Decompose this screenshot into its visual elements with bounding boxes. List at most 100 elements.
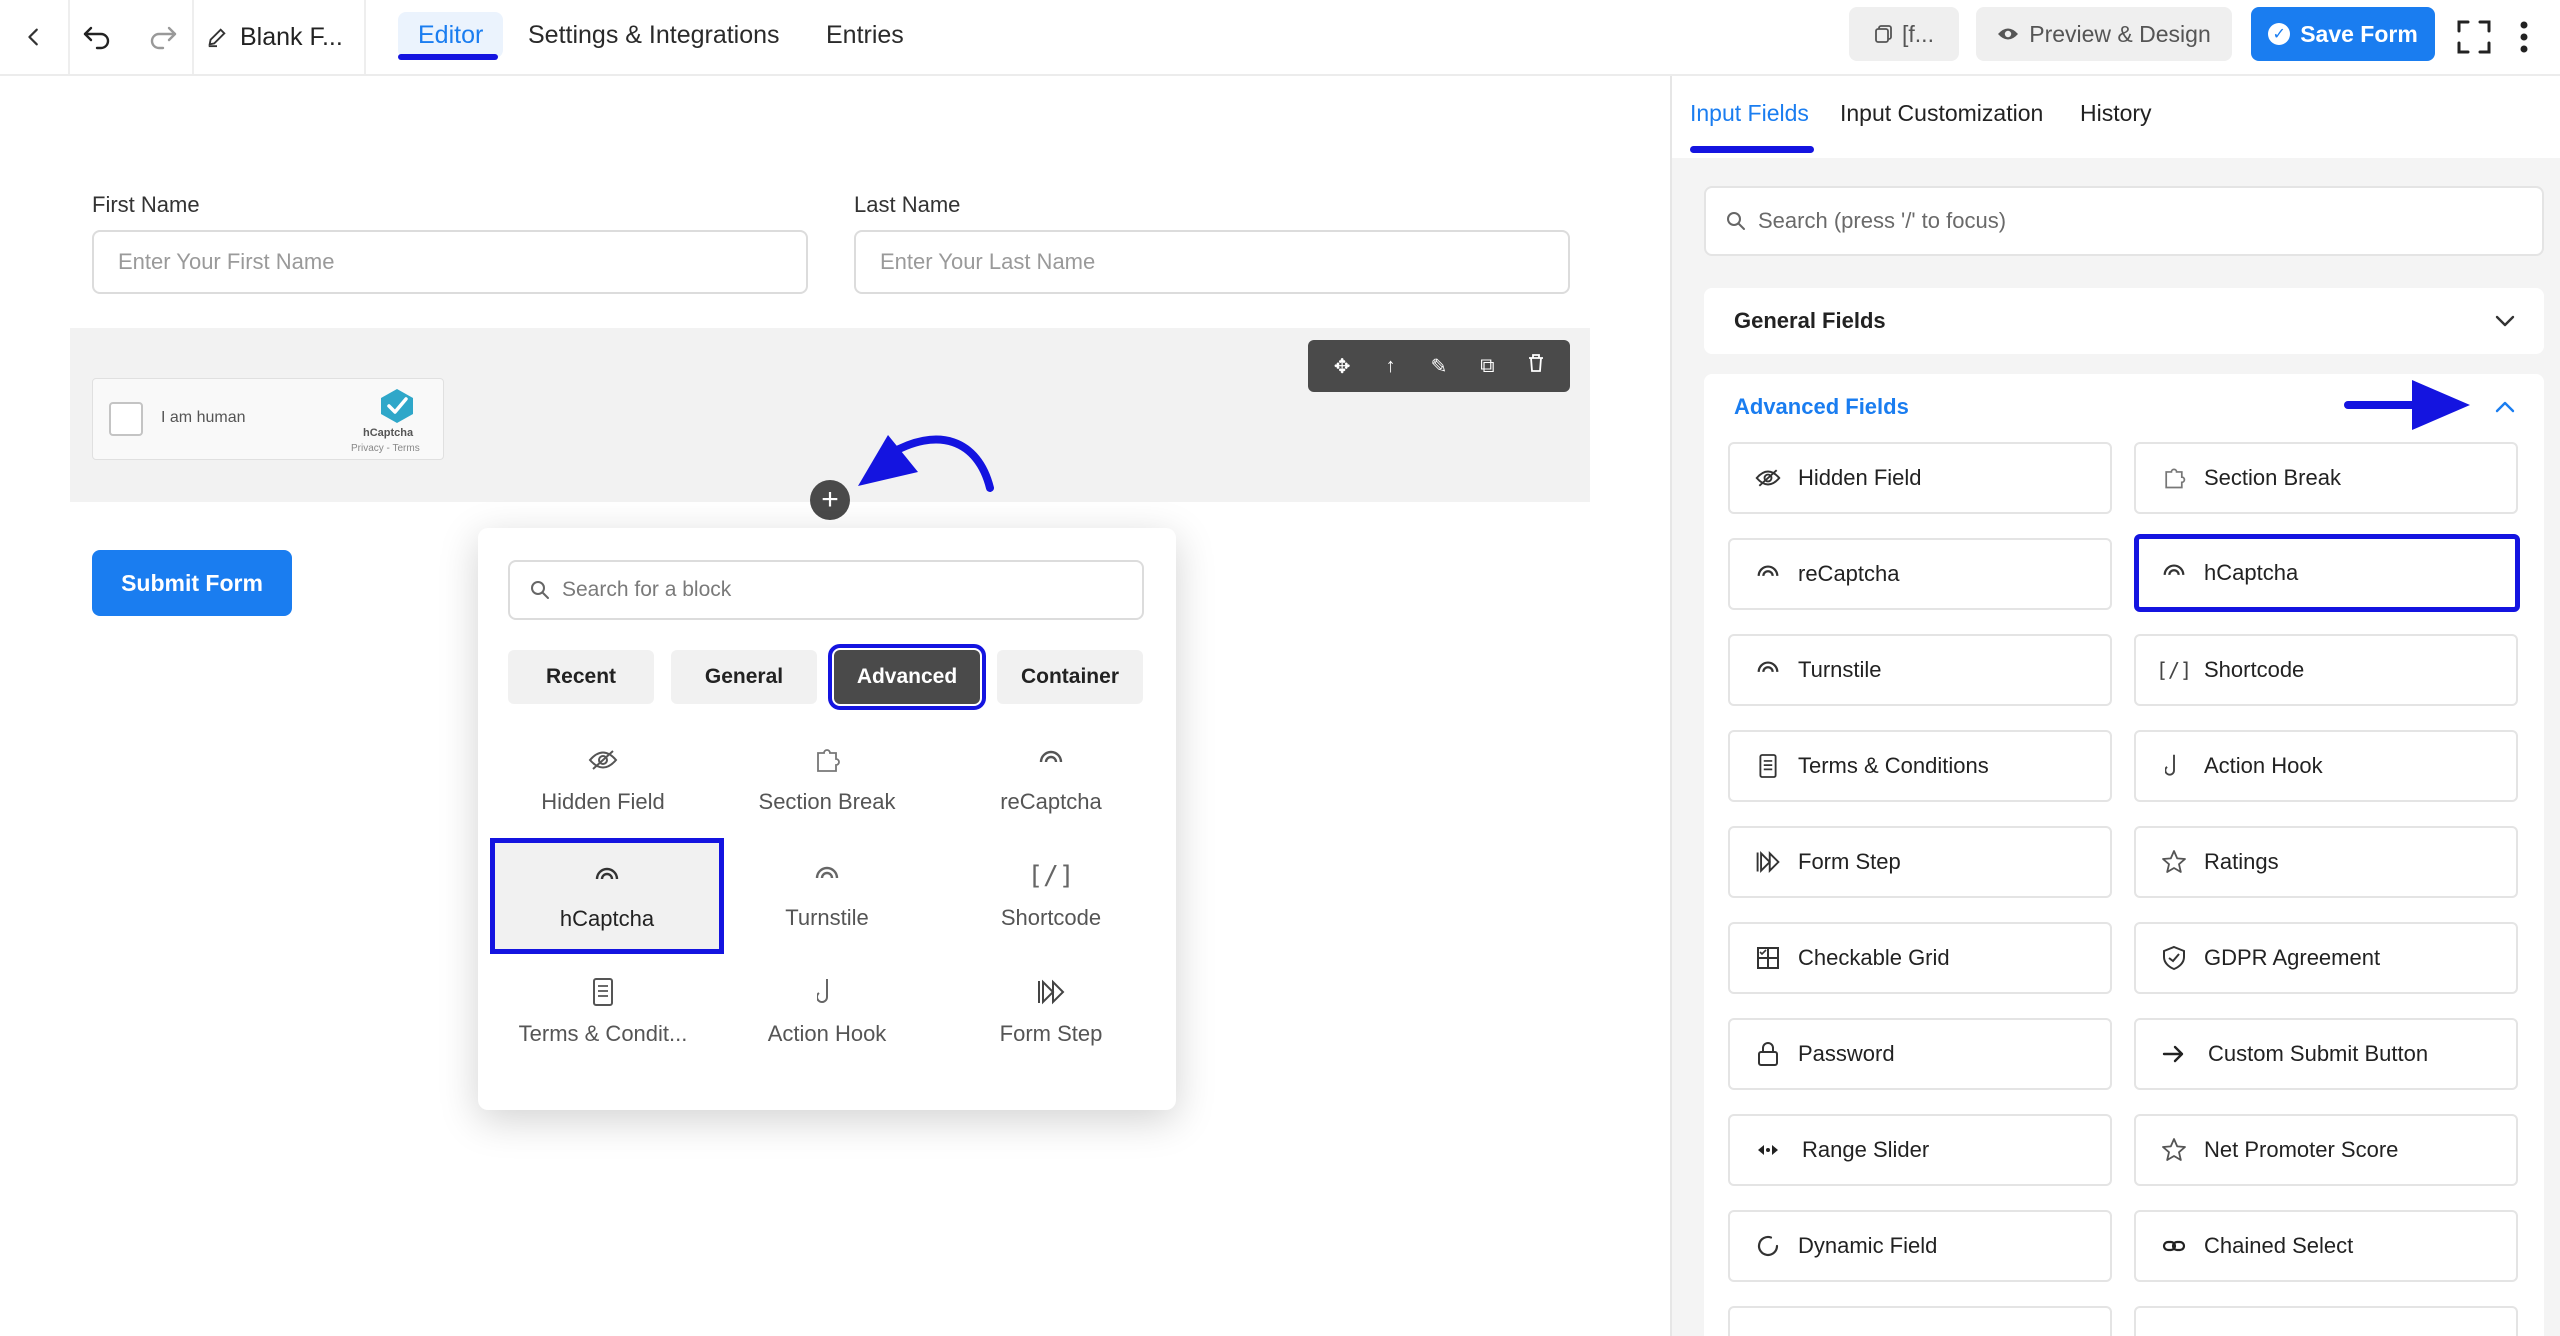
advanced-fields-title: Advanced Fields <box>1734 394 1909 419</box>
first-name-input[interactable]: Enter Your First Name <box>92 230 808 294</box>
field-search-input[interactable]: Search (press '/' to focus) <box>1704 186 2544 256</box>
preview-design-button[interactable]: Preview & Design <box>1976 7 2232 61</box>
field-shortcode[interactable]: [/] Shortcode <box>2134 634 2518 706</box>
field-action-hook[interactable]: Action Hook <box>2134 730 2518 802</box>
field-net-promoter-score[interactable]: Net Promoter Score <box>2134 1114 2518 1186</box>
captcha-icon <box>813 859 841 893</box>
top-bar: Blank F... Editor Settings & Integration… <box>0 0 2560 76</box>
vertical-dots-icon <box>2520 21 2528 53</box>
more-options-button[interactable] <box>2506 0 2542 74</box>
star-icon <box>2160 848 2188 876</box>
block-label: Terms & Condit... <box>518 1021 688 1046</box>
tab-history[interactable]: History <box>2080 100 2152 127</box>
field-label: Ratings <box>2204 849 2279 874</box>
move-icon[interactable]: ✥ <box>1322 354 1362 379</box>
eye-slash-icon <box>588 743 618 777</box>
trash-icon[interactable] <box>1516 353 1556 379</box>
shortcode-label: [f... <box>1902 20 1934 47</box>
captcha-icon <box>2160 559 2188 587</box>
add-block-button[interactable]: + <box>810 480 850 520</box>
document-icon <box>590 975 616 1009</box>
tab-input-fields[interactable]: Input Fields <box>1690 100 1809 127</box>
document-title[interactable]: Blank F... <box>206 0 343 74</box>
block-hidden-field[interactable]: Hidden Field <box>492 724 714 834</box>
block-label: Turnstile <box>785 905 869 930</box>
field-custom-submit-button[interactable]: Custom Submit Button <box>2134 1018 2518 1090</box>
undo-button[interactable] <box>74 0 120 74</box>
back-button[interactable] <box>0 0 68 74</box>
field-section-break[interactable]: Section Break <box>2134 442 2518 514</box>
category-recent[interactable]: Recent <box>508 650 654 704</box>
pencil-icon <box>208 28 226 48</box>
field-range-slider[interactable]: Range Slider <box>1728 1114 2112 1186</box>
block-terms-conditions[interactable]: Terms & Condit... <box>492 956 714 1066</box>
field-label: GDPR Agreement <box>2204 945 2381 970</box>
block-search-placeholder: Search for a block <box>562 578 732 601</box>
editor-tab-annotation-underline <box>398 54 498 60</box>
block-action-hook[interactable]: Action Hook <box>716 956 938 1066</box>
block-turnstile[interactable]: Turnstile <box>716 840 938 950</box>
field-password[interactable]: Password <box>1728 1018 2112 1090</box>
field-checkable-grid[interactable]: Checkable Grid <box>1728 922 2112 994</box>
submit-form-button[interactable]: Submit Form <box>92 550 292 616</box>
field-search-placeholder: Search (press '/' to focus) <box>1758 208 2007 233</box>
field-chained-select[interactable]: Chained Select <box>2134 1210 2518 1282</box>
general-fields-title: General Fields <box>1734 308 1886 333</box>
category-advanced[interactable]: Advanced <box>828 644 986 710</box>
block-recaptcha[interactable]: reCaptcha <box>940 724 1162 834</box>
tab-settings-integrations[interactable]: Settings & Integrations <box>528 12 780 58</box>
field-form-step[interactable]: Form Step <box>1728 826 2112 898</box>
puzzle-icon <box>2160 464 2188 492</box>
lock-icon <box>1754 1040 1782 1068</box>
block-search-input[interactable]: Search for a block <box>508 560 1144 620</box>
step-icon <box>1754 848 1782 876</box>
edit-icon[interactable]: ✎ <box>1419 354 1459 379</box>
field-partial-row[interactable] <box>1728 1306 2112 1336</box>
block-label: Form Step <box>999 1021 1103 1046</box>
hook-icon <box>817 975 837 1009</box>
chevron-down-icon <box>2495 315 2515 327</box>
last-name-input[interactable]: Enter Your Last Name <box>854 230 1570 294</box>
field-turnstile[interactable]: Turnstile <box>1728 634 2112 706</box>
tab-entries[interactable]: Entries <box>826 12 904 58</box>
redo-button[interactable] <box>140 0 186 74</box>
preview-design-label: Preview & Design <box>2029 20 2211 47</box>
save-form-button[interactable]: ✓ Save Form <box>2251 7 2435 61</box>
block-form-step[interactable]: Form Step <box>940 956 1162 1066</box>
field-hcaptcha[interactable]: hCaptcha <box>2134 534 2520 612</box>
tab-input-customization[interactable]: Input Customization <box>1840 100 2043 127</box>
category-container[interactable]: Container <box>997 650 1143 704</box>
save-form-label: Save Form <box>2300 20 2418 47</box>
grid-icon <box>1754 944 1782 972</box>
field-label: Turnstile <box>1798 657 1882 682</box>
field-gdpr-agreement[interactable]: GDPR Agreement <box>2134 922 2518 994</box>
advanced-fields-header[interactable]: Advanced Fields <box>1704 374 2544 440</box>
field-label: Terms & Conditions <box>1798 753 1989 778</box>
field-recaptcha[interactable]: reCaptcha <box>1728 538 2112 610</box>
field-ratings[interactable]: Ratings <box>2134 826 2518 898</box>
field-dynamic-field[interactable]: Dynamic Field <box>1728 1210 2112 1282</box>
block-hcaptcha[interactable]: hCaptcha <box>490 838 724 954</box>
duplicate-icon[interactable]: ⧉ <box>1467 355 1507 378</box>
general-fields-header[interactable]: General Fields <box>1704 288 2544 354</box>
field-label: Section Break <box>2204 465 2341 490</box>
field-terms-conditions[interactable]: Terms & Conditions <box>1728 730 2112 802</box>
first-name-label: First Name <box>92 192 200 217</box>
block-label: Shortcode <box>1000 905 1102 930</box>
arrow-up-icon[interactable]: ↑ <box>1371 355 1411 378</box>
input-fields-annotation-underline <box>1690 146 1814 153</box>
block-section-break[interactable]: Section Break <box>716 724 938 834</box>
tab-editor[interactable]: Editor <box>398 12 504 58</box>
field-partial-row[interactable] <box>2134 1306 2518 1336</box>
link-icon <box>2160 1232 2188 1260</box>
block-shortcode[interactable]: [/] Shortcode <box>940 840 1162 950</box>
field-hidden-field[interactable]: Hidden Field <box>1728 442 2112 514</box>
captcha-checkbox[interactable] <box>109 402 143 436</box>
shortcode-copy-button[interactable]: [f... <box>1849 7 1959 61</box>
undo-icon <box>83 26 110 50</box>
fullscreen-icon <box>2457 20 2491 54</box>
field-label: Form Step <box>1798 849 1901 874</box>
fullscreen-button[interactable] <box>2450 0 2498 74</box>
search-icon <box>531 581 549 599</box>
category-general[interactable]: General <box>671 650 817 704</box>
